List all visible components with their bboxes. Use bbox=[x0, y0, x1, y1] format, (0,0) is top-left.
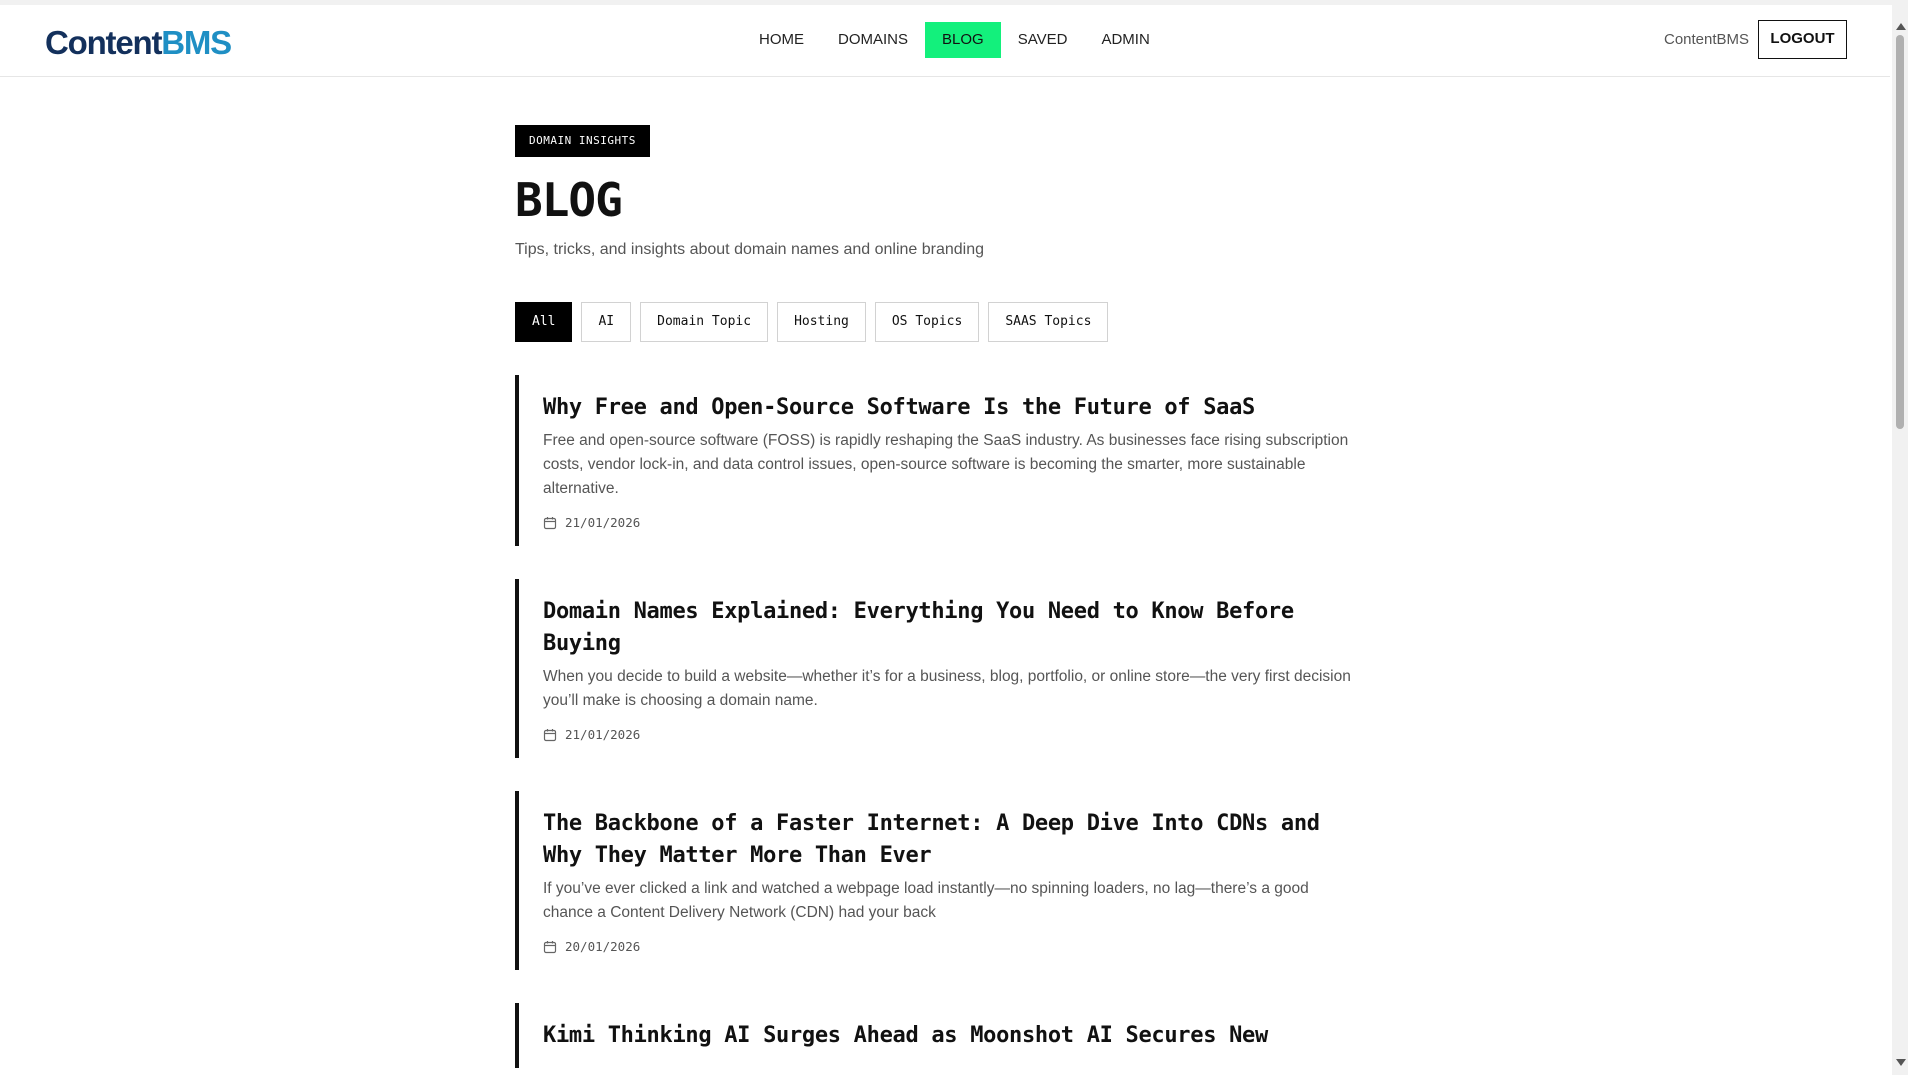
filter-ai-button[interactable]: AI bbox=[581, 302, 632, 342]
post-meta: 20/01/2026 bbox=[543, 939, 1355, 954]
post-card: Kimi Thinking AI Surges Ahead as Moonsho… bbox=[515, 1003, 1355, 1068]
calendar-icon bbox=[543, 728, 557, 741]
post-date: 21/01/2026 bbox=[565, 727, 641, 742]
vertical-scrollbar[interactable] bbox=[1892, 5, 1908, 1075]
blog-main: DOMAIN INSIGHTS BLOG Tips, tricks, and i… bbox=[515, 125, 1355, 1075]
post-meta: 21/01/2026 bbox=[543, 515, 1355, 530]
post-card: Domain Names Explained: Everything You N… bbox=[515, 579, 1355, 758]
main-nav: HOME DOMAINS BLOG SAVED ADMIN bbox=[742, 22, 1167, 58]
logo-text-primary: Content bbox=[45, 24, 162, 61]
filter-domain-topic-button[interactable]: Domain Topic bbox=[640, 302, 769, 342]
calendar-icon bbox=[543, 940, 557, 953]
nav-item-home[interactable]: HOME bbox=[742, 22, 821, 58]
site-header: ContentBMS HOME DOMAINS BLOG SAVED ADMIN… bbox=[0, 5, 1890, 77]
page-subtitle: Tips, tricks, and insights about domain … bbox=[515, 241, 985, 258]
nav-item-saved[interactable]: SAVED bbox=[1001, 22, 1085, 58]
post-date: 21/01/2026 bbox=[565, 515, 641, 530]
site-logo[interactable]: ContentBMS bbox=[45, 23, 232, 63]
post-excerpt: Free and open-source software (FOSS) is … bbox=[543, 432, 1349, 497]
scroll-down-arrow-icon[interactable] bbox=[1896, 1059, 1906, 1066]
nav-item-blog[interactable]: BLOG bbox=[925, 22, 1001, 58]
post-card: Why Free and Open-Source Software Is the… bbox=[515, 375, 1355, 546]
post-title-link[interactable]: Kimi Thinking AI Surges Ahead as Moonsho… bbox=[543, 1020, 1355, 1052]
post-excerpt: When you decide to build a website—wheth… bbox=[543, 668, 1351, 709]
scrollbar-thumb[interactable] bbox=[1896, 35, 1904, 429]
post-list: Why Free and Open-Source Software Is the… bbox=[515, 375, 1355, 1068]
post-excerpt: If you’ve ever clicked a link and watche… bbox=[543, 880, 1309, 921]
nav-item-domains[interactable]: DOMAINS bbox=[821, 22, 925, 58]
filter-hosting-button[interactable]: Hosting bbox=[777, 302, 866, 342]
post-title-link[interactable]: Domain Names Explained: Everything You N… bbox=[543, 596, 1355, 660]
filter-os-topics-button[interactable]: OS Topics bbox=[874, 302, 980, 342]
logo-text-accent: BMS bbox=[161, 24, 232, 61]
user-name-label: ContentBMS bbox=[1664, 31, 1750, 48]
filter-saas-topics-button[interactable]: SAAS Topics bbox=[988, 302, 1109, 342]
section-badge: DOMAIN INSIGHTS bbox=[515, 125, 650, 157]
post-date: 20/01/2026 bbox=[565, 939, 641, 954]
filter-all-button[interactable]: All bbox=[515, 302, 573, 342]
nav-item-admin[interactable]: ADMIN bbox=[1084, 22, 1166, 58]
calendar-icon bbox=[543, 516, 557, 529]
logout-button[interactable]: LOGOUT bbox=[1758, 20, 1847, 59]
post-meta: 21/01/2026 bbox=[543, 727, 1355, 742]
scroll-up-arrow-icon[interactable] bbox=[1896, 23, 1906, 30]
category-filters: All AI Domain Topic Hosting OS Topics SA… bbox=[515, 302, 1355, 342]
page-title: BLOG bbox=[515, 173, 623, 227]
post-title-link[interactable]: The Backbone of a Faster Internet: A Dee… bbox=[543, 808, 1355, 872]
post-title-link[interactable]: Why Free and Open-Source Software Is the… bbox=[543, 392, 1355, 424]
post-card: The Backbone of a Faster Internet: A Dee… bbox=[515, 791, 1355, 970]
